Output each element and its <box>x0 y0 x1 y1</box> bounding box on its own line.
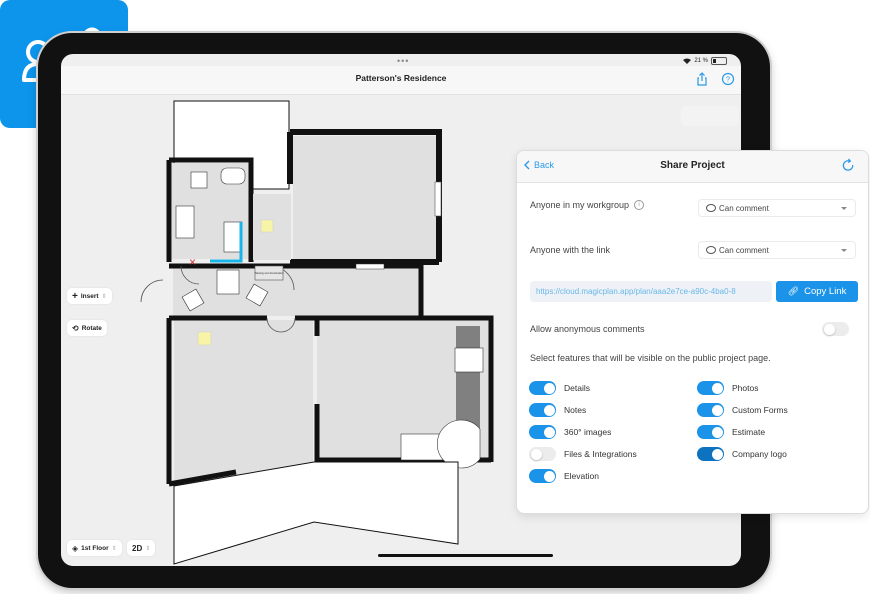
plan-fridge <box>400 433 444 461</box>
feature-label: Company logo <box>732 449 787 459</box>
plan-toilet <box>220 167 246 185</box>
view-mode-label: 2D <box>132 543 143 553</box>
plan-sign-text: Warping and discoloration <box>255 272 284 275</box>
plan-room-hallway <box>173 264 421 316</box>
plan-x-marker: × <box>189 255 196 269</box>
plan-note <box>260 219 274 233</box>
feature-toggle[interactable] <box>697 447 724 461</box>
caret-down-icon <box>841 249 847 252</box>
link-permission-value: Can comment <box>719 245 769 255</box>
rotate-label: Rotate <box>81 324 102 332</box>
link-permission-row: Anyone with the link <box>530 245 610 255</box>
updown-icon: ⇕ <box>101 293 107 300</box>
feature-label: Elevation <box>564 471 599 481</box>
anonymous-comments-toggle[interactable] <box>822 322 849 336</box>
plan-basket <box>216 269 240 295</box>
rotate-icon: ⟲ <box>72 323 79 333</box>
copy-link-label: Copy Link <box>804 286 847 297</box>
insert-button[interactable]: + Insert ⇕ <box>67 288 112 304</box>
layers-icon: ◈ <box>72 543 79 553</box>
link-icon: 🔗︎ <box>787 286 800 296</box>
feature-toggle[interactable] <box>697 403 724 417</box>
refresh-icon[interactable] <box>841 158 856 173</box>
copy-link-button[interactable]: 🔗︎ Copy Link <box>776 281 858 302</box>
feature-label: Custom Forms <box>732 405 788 415</box>
feature-label: Estimate <box>732 427 766 437</box>
plan-radiator <box>355 263 385 270</box>
plan-door-swing <box>140 279 164 303</box>
workgroup-label: Anyone in my workgroup <box>530 200 630 210</box>
plan-room-bedroom <box>293 136 436 260</box>
feature-toggle[interactable] <box>529 469 556 483</box>
updown-icon: ⇕ <box>145 545 151 552</box>
plan-shower <box>223 221 243 253</box>
link-permission-label: Anyone with the link <box>530 245 611 255</box>
caret-down-icon <box>841 207 847 210</box>
plan-washer <box>190 171 208 189</box>
workgroup-permission-select[interactable]: Can comment <box>698 199 856 217</box>
plan-window <box>434 181 442 217</box>
floor-selector[interactable]: ◈ 1st Floor ⇕ <box>67 540 122 556</box>
feature-toggle[interactable] <box>697 381 724 395</box>
feature-label: Files & Integrations <box>564 449 637 459</box>
plus-icon: + <box>72 290 78 302</box>
feature-label: 360° images <box>564 427 612 437</box>
panel-title: Share Project <box>660 160 725 171</box>
link-permission-select[interactable]: Can comment <box>698 241 856 259</box>
updown-icon: ⇕ <box>111 545 117 552</box>
workgroup-permission-value: Can comment <box>719 203 769 213</box>
feature-toggle[interactable] <box>529 381 556 395</box>
workgroup-permission-row: Anyone in my workgroup i <box>530 200 645 210</box>
feature-label: Notes <box>564 405 587 415</box>
insert-label: Insert <box>80 292 99 300</box>
feature-label: Details <box>564 383 590 393</box>
share-link-field[interactable]: https://cloud.magicplan.app/plan/aaa2e7c… <box>530 281 772 302</box>
share-project-panel: Back Share Project Anyone in my workgrou… <box>517 151 868 513</box>
comment-icon <box>706 246 716 254</box>
feature-toggle[interactable] <box>529 447 556 461</box>
plan-note <box>197 331 212 346</box>
view-mode-selector[interactable]: 2D ⇕ <box>127 540 156 556</box>
plan-sink <box>175 205 195 239</box>
floor-label: 1st Floor <box>81 544 109 552</box>
home-indicator <box>378 554 553 557</box>
panel-header: Back Share Project <box>517 151 868 183</box>
info-icon[interactable]: i <box>634 200 645 210</box>
comment-icon <box>706 204 716 212</box>
anonymous-comments-label: Allow anonymous comments <box>530 324 645 334</box>
plan-stove <box>454 347 484 373</box>
feature-label: Photos <box>732 383 759 393</box>
features-intro-text: Select features that will be visible on … <box>530 353 771 363</box>
feature-toggle[interactable] <box>697 425 724 439</box>
rotate-button[interactable]: ⟲ Rotate <box>67 320 107 336</box>
feature-toggle[interactable] <box>529 403 556 417</box>
feature-toggle[interactable] <box>529 425 556 439</box>
